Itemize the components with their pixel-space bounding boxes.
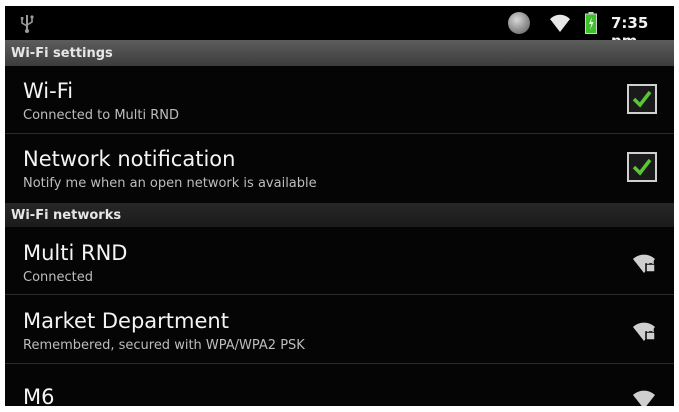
setting-subtitle: Connected to Multi RND (23, 108, 179, 123)
wifi-checkbox[interactable] (627, 84, 657, 114)
wifi-lock-icon (633, 322, 656, 341)
network-row-market-department[interactable]: Market Department Remembered, secured wi… (5, 296, 674, 364)
network-status: Remembered, secured with WPA/WPA2 PSK (23, 338, 305, 353)
setting-subtitle: Notify me when an open network is availa… (23, 176, 317, 191)
network-notification-checkbox[interactable] (627, 152, 657, 182)
status-bar: 7:35 pm (5, 6, 674, 50)
battery-icon (585, 12, 597, 34)
checkmark-icon (632, 90, 652, 108)
setting-title: Network notification (23, 147, 236, 171)
wifi-icon (550, 14, 570, 33)
network-status: Connected (23, 270, 94, 285)
android-screen: 7:35 pm Wi-Fi settings Wi-Fi Connected t… (5, 6, 674, 406)
usb-icon (20, 15, 34, 33)
network-row-multi-rnd[interactable]: Multi RND Connected (5, 227, 674, 295)
section-header-wifi-networks: Wi-Fi networks (5, 203, 674, 227)
wifi-signal-icon (633, 390, 655, 406)
globe-icon (508, 12, 530, 34)
checkmark-icon (632, 158, 652, 176)
network-name: M6 (23, 385, 55, 406)
network-row-m6[interactable]: M6 (5, 365, 674, 406)
setting-title: Wi-Fi (23, 79, 74, 103)
network-name: Multi RND (23, 241, 128, 265)
network-name: Market Department (23, 309, 229, 333)
setting-row-network-notification[interactable]: Network notification Notify me when an o… (5, 135, 674, 203)
section-header-wifi-settings: Wi-Fi settings (5, 40, 674, 66)
setting-row-wifi[interactable]: Wi-Fi Connected to Multi RND (5, 66, 674, 134)
wifi-lock-icon (633, 254, 656, 273)
